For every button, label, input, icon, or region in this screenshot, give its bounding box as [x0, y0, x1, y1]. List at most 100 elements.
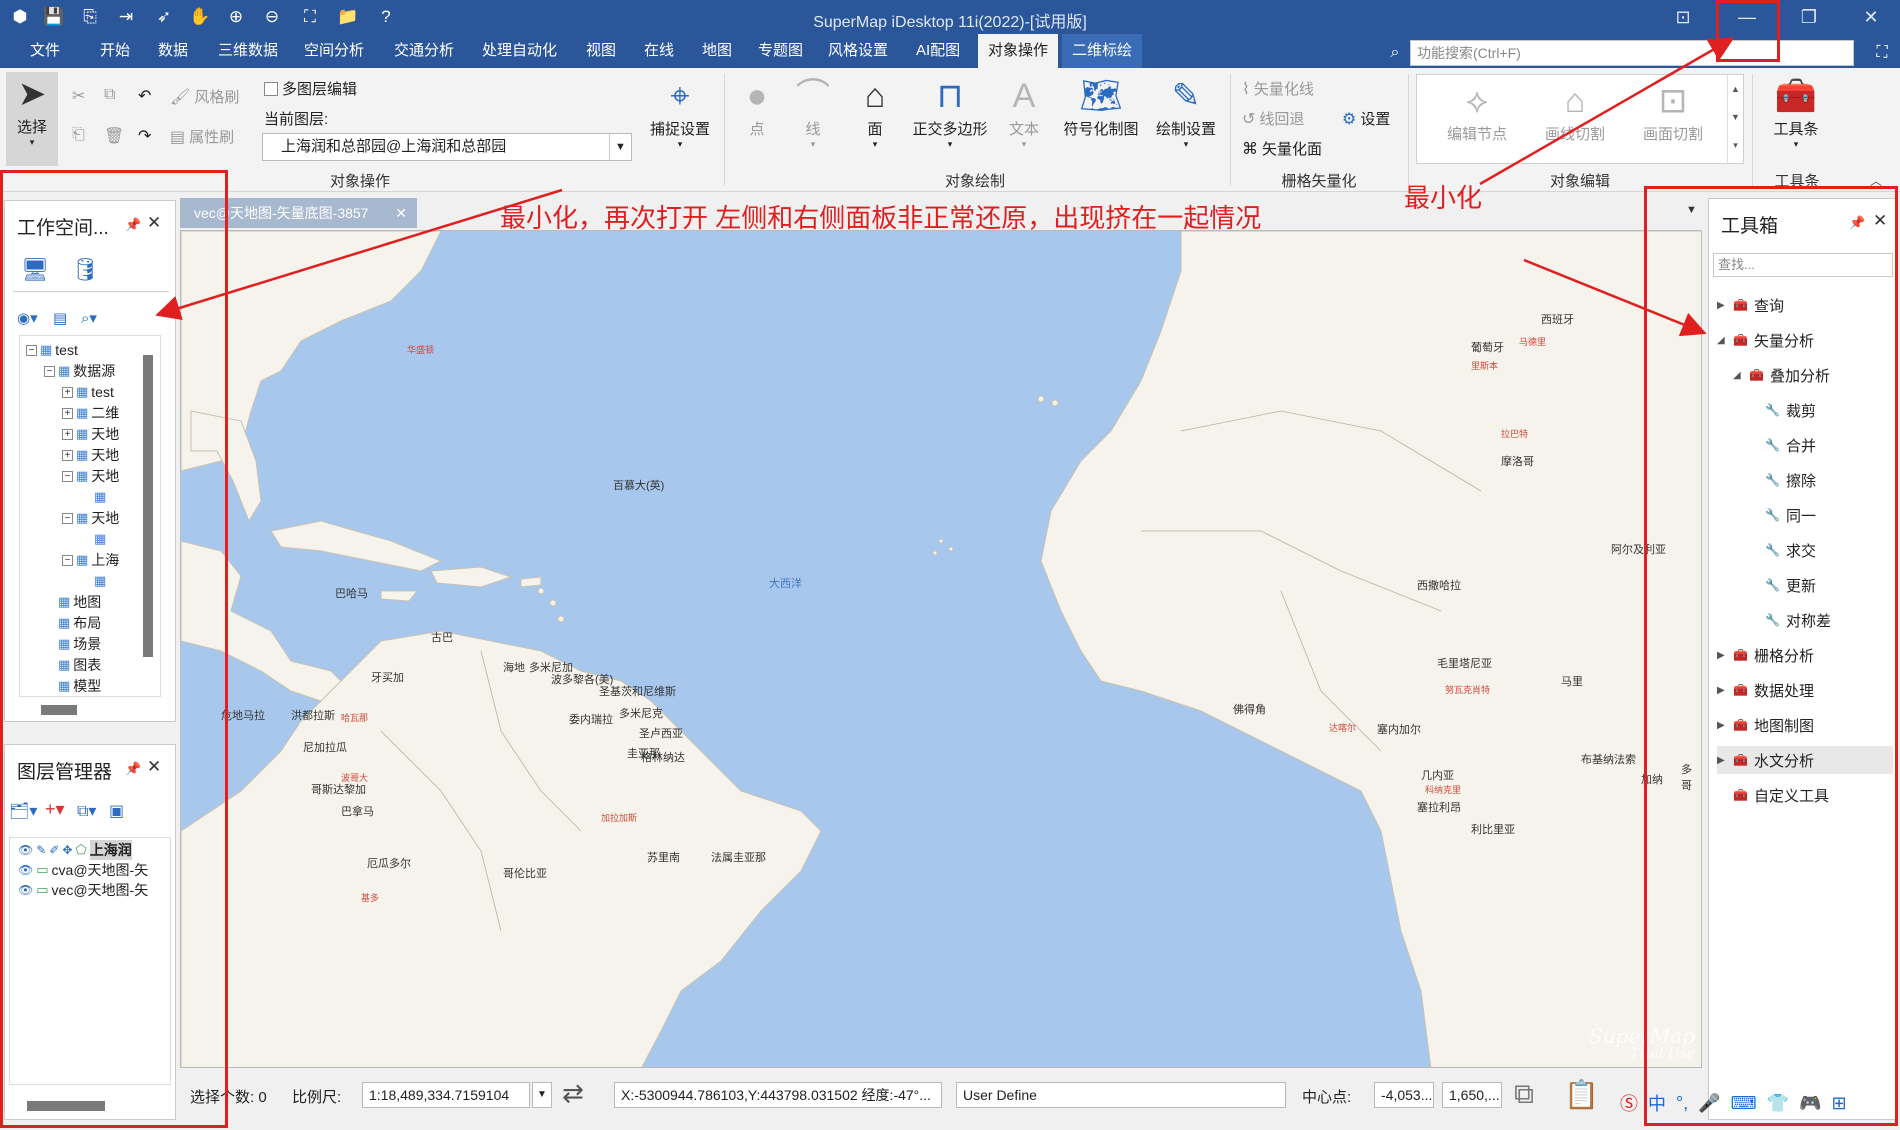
- map-view[interactable]: 西班牙 葡萄牙 马德里 里斯本 摩洛哥 拉巴特 阿尔及利亚 西撒哈拉 毛里塔尼亚 努瓦克肖特 马里佛…: [180, 230, 1702, 1068]
- map-place-label: 摩洛哥: [1501, 456, 1534, 468]
- map-place-label: 苏里南: [647, 852, 680, 864]
- line-button[interactable]: ⌒ 线 ▾: [796, 74, 830, 150]
- tab-6[interactable]: 处理自动化: [472, 34, 567, 68]
- edit-node-button[interactable]: ⟡ 编辑节点: [1437, 79, 1517, 144]
- multi-layer-edit-checkbox[interactable]: 多图层编辑: [264, 78, 357, 99]
- map-place-label: 牙买加: [371, 672, 404, 684]
- map-place-label: 尼加拉瓜: [303, 742, 347, 754]
- map-place-label: 格林纳达: [641, 752, 685, 764]
- tab-11[interactable]: 风格设置: [818, 34, 898, 68]
- map-place-label: 巴哈马: [335, 588, 368, 600]
- tab-7[interactable]: 视图: [576, 34, 626, 68]
- scale-input[interactable]: 1:18,489,334.7159104: [362, 1082, 530, 1108]
- ime-logo-icon[interactable]: Ⓢ: [1620, 1090, 1638, 1116]
- title-bar: ⬢ 💾 ⎘ ⇥ ➶ ✋ ⊕ ⊖ ⛶ 📁 ? SuperMap iDesktop …: [0, 0, 1900, 34]
- coordinate-readout: X:-5300944.786103,Y:443798.031502 经度:-47…: [614, 1082, 942, 1108]
- tab-4[interactable]: 空间分析: [294, 34, 374, 68]
- window-title: SuperMap iDesktop 11i(2022)-[试用版]: [813, 14, 1087, 31]
- separator: [1408, 74, 1409, 186]
- line-backtrack-button[interactable]: ↺ 线回退: [1242, 108, 1304, 129]
- tab-10[interactable]: 专题图: [748, 34, 813, 68]
- separator: [1230, 74, 1231, 186]
- ribbon-display-icon[interactable]: ⊡: [1652, 0, 1714, 34]
- copy-coords-icon[interactable]: ⧉: [1514, 1078, 1534, 1111]
- ortho-polygon-icon: ⊓: [936, 77, 964, 115]
- restore-button[interactable]: ❐: [1778, 0, 1840, 34]
- cut-by-line-button[interactable]: ⌂ 画线切割: [1535, 79, 1615, 144]
- close-button[interactable]: ✕: [1840, 0, 1900, 34]
- select-button[interactable]: ➤ 选择 ▾: [6, 72, 58, 166]
- tab-3[interactable]: 三维数据: [208, 34, 288, 68]
- tab-13[interactable]: 对象操作: [978, 34, 1059, 68]
- delete-icon[interactable]: 🗑: [104, 126, 124, 146]
- chevron-down-icon[interactable]: ▼: [532, 1082, 552, 1108]
- function-search-input[interactable]: 功能搜索(Ctrl+F): [1410, 40, 1854, 66]
- tab-1[interactable]: 开始: [90, 34, 140, 68]
- redo-icon[interactable]: ↷: [138, 126, 151, 146]
- ortho-polygon-button[interactable]: ⊓ 正交多边形 ▾: [908, 74, 992, 150]
- projection-field[interactable]: User Define: [956, 1082, 1286, 1108]
- tab-12[interactable]: AI配图: [906, 34, 970, 68]
- map-place-label: 哈瓦那: [341, 713, 369, 723]
- symbol-draw-button[interactable]: 🗺 符号化制图: [1058, 74, 1144, 139]
- gallery-scroll[interactable]: ▲ ▼ ▾: [1727, 75, 1743, 163]
- symbol-map-icon: 🗺: [1079, 77, 1123, 115]
- undo-icon[interactable]: ↶: [138, 86, 151, 106]
- center-x-input[interactable]: -4,053...: [1374, 1082, 1434, 1108]
- face-button[interactable]: ⌂ 面 ▾: [852, 74, 898, 150]
- tab-14[interactable]: 二维标绘: [1062, 34, 1143, 68]
- tab-5[interactable]: 交通分析: [384, 34, 464, 68]
- map-place-label: 努瓦克肖特: [1445, 685, 1491, 695]
- map-place-label: 哥伦比亚: [503, 868, 547, 880]
- attr-brush-button[interactable]: ▤ 属性刷: [170, 126, 234, 147]
- draw-settings-button[interactable]: ✎ 绘制设置 ▾: [1150, 74, 1222, 150]
- paste-coords-icon[interactable]: 📋: [1564, 1078, 1599, 1111]
- map-place-label: 西班牙: [1541, 314, 1574, 326]
- map-place-label: 委内瑞拉: [569, 714, 613, 726]
- map-place-label: 百慕大(英): [613, 480, 665, 492]
- cut-icon[interactable]: ✂: [72, 86, 85, 106]
- text-icon: A: [1012, 77, 1036, 115]
- vectorize-line-button[interactable]: ⌇ 矢量化线: [1242, 78, 1314, 99]
- search-icon[interactable]: ⌕: [1384, 40, 1406, 66]
- style-brush-button[interactable]: 🖌 风格刷: [170, 86, 239, 107]
- tab-2[interactable]: 数据: [148, 34, 198, 68]
- map-place-label: 利比里亚: [1471, 824, 1515, 836]
- copy-icon[interactable]: ⧉: [104, 86, 115, 104]
- text-button[interactable]: A 文本 ▾: [1004, 74, 1044, 150]
- tab-9[interactable]: 地图: [692, 34, 742, 68]
- center-y-input[interactable]: 1,650,...: [1442, 1082, 1502, 1108]
- tab-0[interactable]: 文件: [20, 34, 70, 68]
- map-place-label: 塞拉利昂: [1417, 802, 1461, 814]
- map-place-label: 佛得角: [1233, 704, 1266, 716]
- swap-icon[interactable]: ⇄: [562, 1078, 584, 1109]
- map-place-label: 海地: [503, 662, 525, 674]
- group-object-edit: 对象编辑: [1549, 173, 1610, 190]
- settings-button[interactable]: ⚙ 设置: [1342, 108, 1390, 129]
- vectorize-face-button[interactable]: ⌘ 矢量化面: [1242, 138, 1322, 159]
- cut-face-icon: ⊡: [1658, 82, 1688, 120]
- map-place-label: 基多: [361, 893, 380, 903]
- tab-8[interactable]: 在线: [634, 34, 684, 68]
- cut-by-face-button[interactable]: ⊡ 画面切割: [1633, 79, 1713, 144]
- style-brush-label: 风格刷: [194, 89, 240, 106]
- toolbar-button[interactable]: 🧰 工具条 ▾: [1764, 74, 1828, 150]
- current-layer-select[interactable]: 上海润和总部园@上海润和总部园 ▼: [262, 133, 632, 161]
- map-place-label: 圣卢西亚: [639, 728, 683, 740]
- snap-settings-button[interactable]: ⌖ 捕捉设置 ▾: [640, 74, 720, 150]
- map-place-label: 古巴: [431, 632, 453, 644]
- map-place-label: 马德里: [1519, 337, 1547, 347]
- fullscreen-icon[interactable]: ⛶: [1870, 40, 1894, 66]
- current-layer-value: 上海润和总部园@上海润和总部园: [281, 138, 507, 155]
- point-button[interactable]: ● 点: [740, 74, 774, 139]
- map-place-label: 几内亚: [1421, 770, 1454, 782]
- paste-icon[interactable]: ⎗: [72, 126, 85, 144]
- close-tab-icon[interactable]: ✕: [395, 198, 407, 228]
- select-label: 选择: [16, 119, 47, 136]
- point-icon: ●: [746, 77, 768, 115]
- map-place-label: 塞内加尔: [1377, 724, 1421, 736]
- edit-node-icon: ⟡: [1465, 82, 1489, 120]
- right-panel-highlight-box: [1644, 186, 1898, 1126]
- scale-label: 比例尺:: [292, 1089, 342, 1106]
- object-edit-gallery: ⟡ 编辑节点 ⌂ 画线切割 ⊡ 画面切割 ▲ ▼ ▾: [1416, 74, 1744, 164]
